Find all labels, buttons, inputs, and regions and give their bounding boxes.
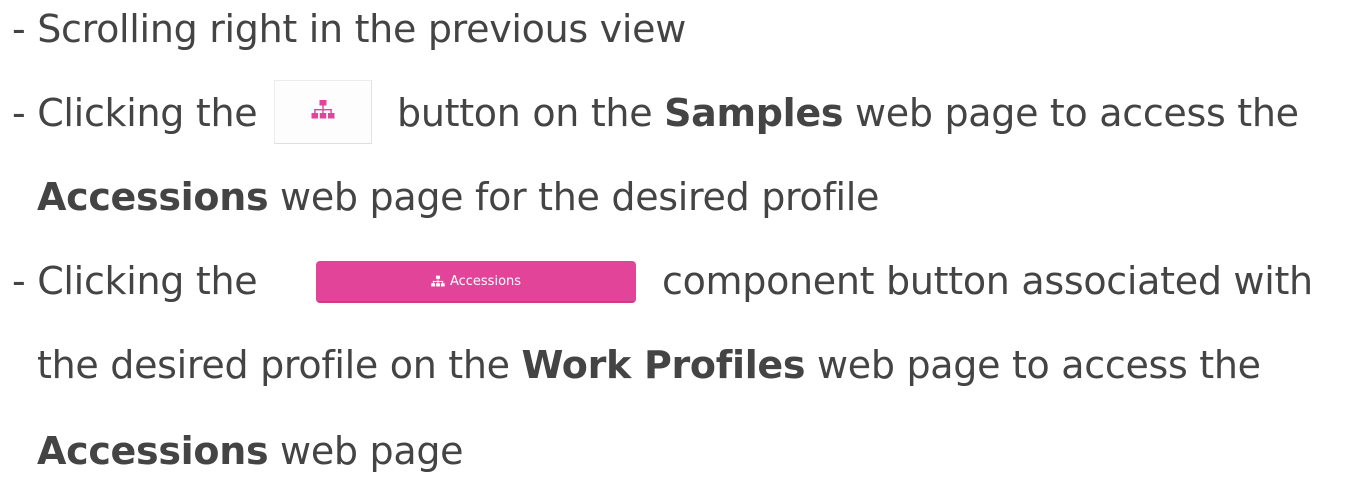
sitemap-icon: [431, 275, 445, 286]
line-text: web page for the desired profile: [268, 175, 880, 219]
samples-bold: Samples: [664, 91, 844, 135]
accessions-bold: Accessions: [37, 429, 269, 473]
line-text: component button associated with: [662, 259, 1313, 303]
accessions-bold: Accessions: [37, 175, 269, 219]
bullet-work-profiles-line: the desired profile on the Work Profiles…: [37, 346, 1261, 384]
accessions-button[interactable]: Accessions: [316, 261, 636, 303]
line-text: - Scrolling right in the previous view: [12, 7, 686, 51]
line-text: web page: [268, 429, 464, 473]
bullet-click-samples-button: - Clicking the: [12, 91, 258, 135]
line-text: button on the: [397, 91, 665, 135]
bullet-click-accessions-component: - Clicking the: [12, 259, 258, 303]
sitemap-icon: [311, 100, 335, 119]
line-text: web page to access the: [843, 91, 1299, 135]
accessions-button-label: Accessions: [449, 273, 522, 289]
bullet-click-samples-continued: button on the Samples web page to access…: [397, 94, 1299, 132]
bullet-accessions-page-line: Accessions web page for the desired prof…: [37, 178, 879, 216]
sitemap-button[interactable]: [274, 80, 372, 144]
work-profiles-bold: Work Profiles: [521, 343, 806, 387]
line-text: - Clicking the: [12, 259, 258, 303]
bullet-click-accessions-continued: component button associated with: [662, 262, 1313, 300]
bullet-accessions-web-page-line: Accessions web page: [37, 429, 464, 473]
line-text: - Clicking the: [12, 91, 258, 135]
line-text: web page to access the: [805, 343, 1261, 387]
line-text: the desired profile on the: [37, 343, 522, 387]
bullet-scrolling-right: - Scrolling right in the previous view: [12, 10, 686, 48]
